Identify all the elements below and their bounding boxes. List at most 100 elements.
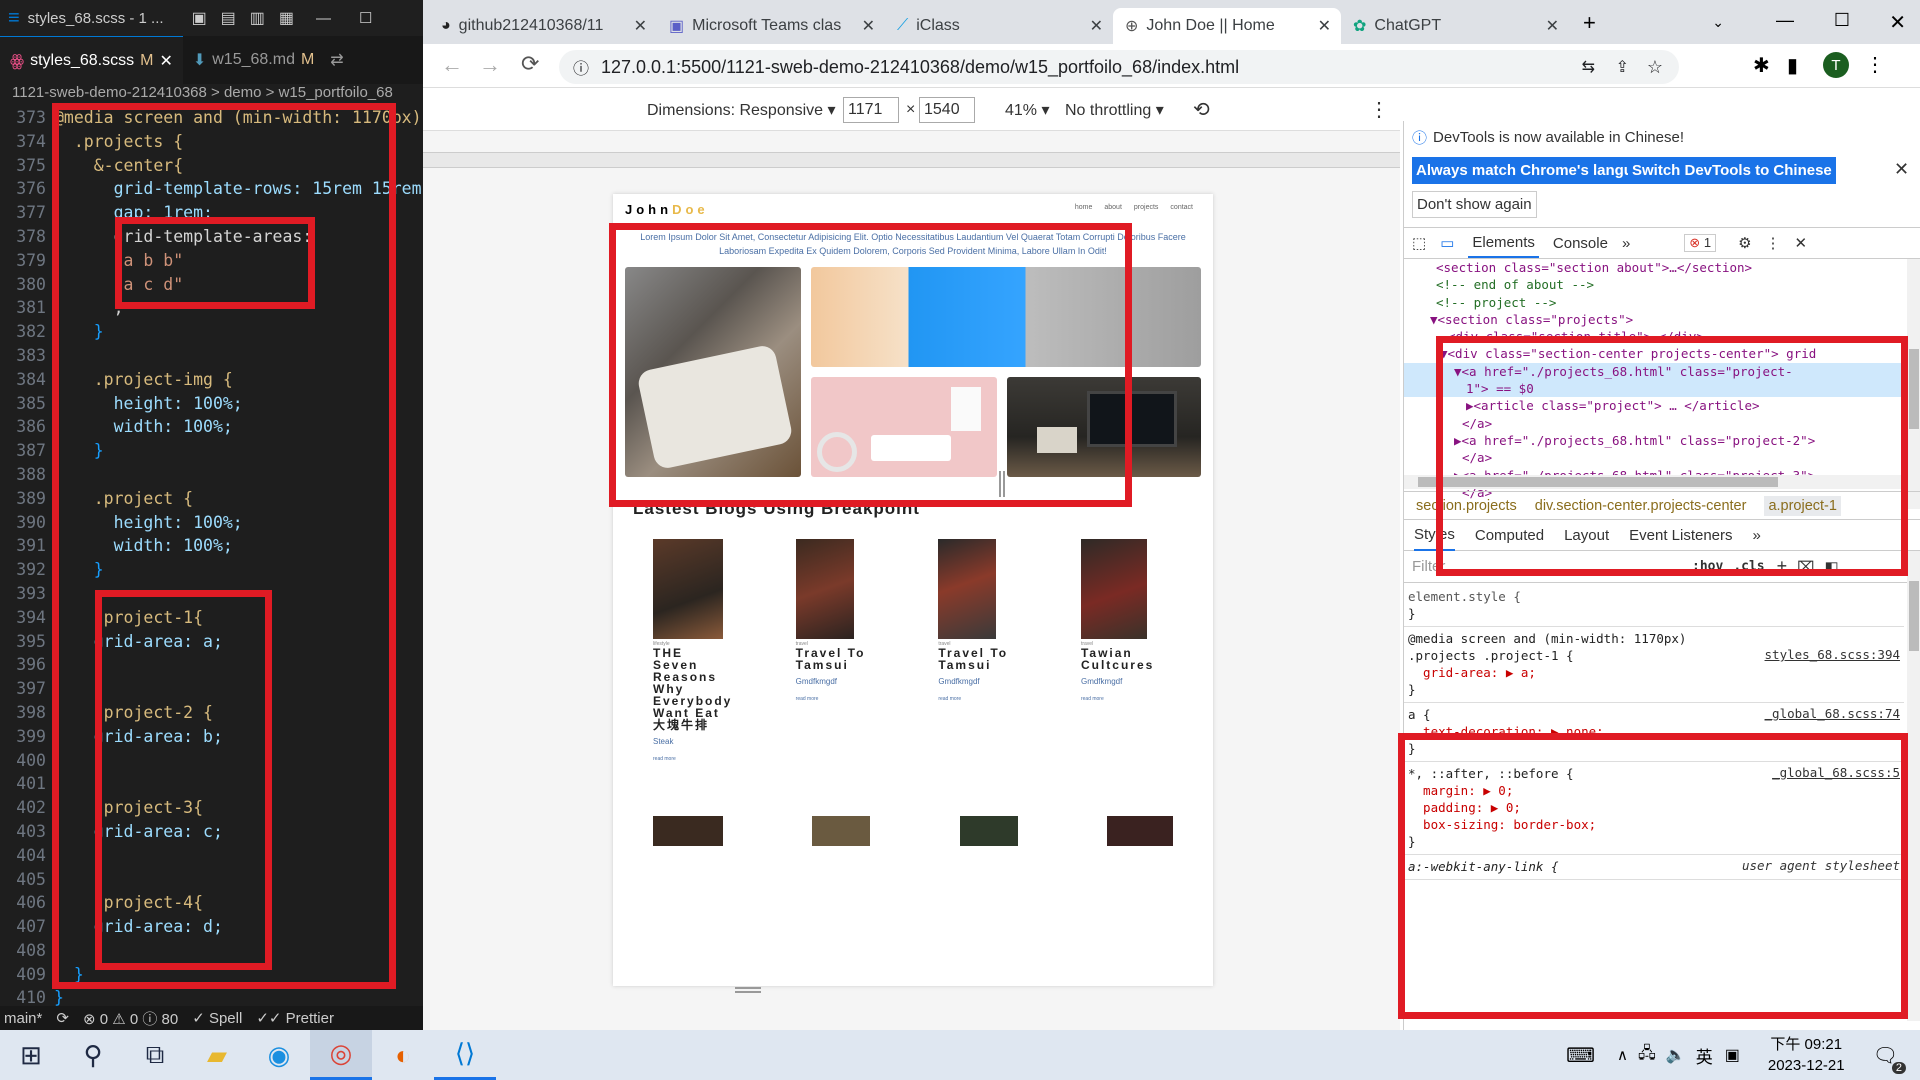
close-window-icon[interactable]: ✕ — [1889, 10, 1906, 35]
tab-console[interactable]: Console — [1553, 235, 1608, 252]
close-devtools-icon[interactable]: ✕ — [1795, 234, 1808, 252]
compare-icon[interactable]: ⇄ — [324, 36, 349, 84]
volume-icon[interactable]: 🔈 — [1666, 1045, 1686, 1065]
always-match-language-button[interactable]: Always match Chrome's language — [1412, 157, 1663, 184]
close-tab-icon[interactable]: ✕ — [1090, 16, 1103, 36]
blog-card[interactable]: travel Tawian Cultcures Gmdfkmgdf read more — [1080, 539, 1173, 762]
browser-tab[interactable]: ◕ github212410368/11 ✕ — [429, 8, 657, 44]
touch-keyboard-icon[interactable]: ⌨ — [1566, 1043, 1595, 1068]
input-language[interactable]: 英 — [1696, 1043, 1713, 1068]
maximize-icon[interactable]: ☐ — [359, 9, 372, 27]
close-tab-icon[interactable]: ✕ — [862, 16, 875, 36]
zoom-select[interactable]: 41% ▾ — [1005, 100, 1050, 120]
address-bar[interactable]: ⓘ 127.0.0.1:5500/1121-sweb-demo-21241036… — [559, 50, 1679, 84]
switch-devtools-chinese-button[interactable]: Switch DevTools to Chinese — [1628, 157, 1836, 184]
blog-title[interactable]: THE Seven Reasons Why Everybody Want Eat… — [653, 647, 730, 731]
blog-title[interactable]: Travel To Tamsui — [796, 647, 876, 671]
sync-icon[interactable]: ⟳ — [56, 1009, 69, 1027]
browser-tab[interactable]: ▣ Microsoft Teams clas ✕ — [657, 8, 885, 44]
tray-chevron-icon[interactable]: ∧ — [1617, 1046, 1628, 1064]
maximize-icon[interactable]: ☐ — [1834, 10, 1850, 31]
git-branch[interactable]: main* — [4, 1010, 42, 1027]
tab-w15-md[interactable]: ⬇ w15_68.md M — [183, 36, 324, 84]
chrome-menu-icon[interactable]: ⋮ — [1865, 52, 1885, 77]
error-badge[interactable]: ⊗ 1 — [1684, 234, 1717, 252]
styles-scrollbar[interactable] — [1907, 551, 1920, 1021]
devtools-menu-icon[interactable]: ⋮ — [1766, 234, 1781, 252]
extensions-icon[interactable]: ✱ — [1753, 53, 1770, 78]
notification-icon[interactable]: 🗨 2 — [1873, 1043, 1906, 1074]
vscode-icon[interactable]: ⟨⟩ — [434, 1030, 496, 1080]
close-banner-icon[interactable]: ✕ — [1894, 159, 1909, 180]
tab-elements[interactable]: Elements — [1468, 229, 1539, 258]
style-rule[interactable]: element.style {} — [1404, 585, 1904, 627]
read-more-link[interactable]: read more — [938, 696, 1030, 702]
dom-node[interactable]: <!-- project --> — [1404, 294, 1904, 311]
rule-declaration[interactable]: } — [1408, 605, 1900, 622]
browser-tab[interactable]: ⟋ iClass ✕ — [885, 8, 1113, 44]
dom-scrollbar[interactable] — [1907, 259, 1920, 509]
device-menu-icon[interactable]: ⋮ — [1369, 97, 1389, 122]
clock[interactable]: 下午 09:21 2023-12-21 — [1768, 1034, 1845, 1076]
blog-card[interactable]: travel Travel To Tamsui Gmdfkmgdf read more — [795, 539, 888, 762]
back-icon[interactable]: ← — [441, 52, 463, 78]
read-more-link[interactable]: read more — [1081, 696, 1173, 702]
blog-image[interactable] — [795, 539, 854, 639]
read-more-link[interactable]: read more — [796, 696, 888, 702]
vscode-menu-icon[interactable]: ≡ — [8, 7, 20, 30]
close-icon[interactable]: ✕ — [159, 51, 172, 71]
rule-declaration[interactable]: grid-area: ▶ a; — [1408, 664, 1900, 681]
blog-image[interactable] — [1080, 539, 1147, 639]
browser-tab[interactable]: ✿ ChatGPT ✕ — [1341, 8, 1569, 44]
close-tab-icon[interactable]: ✕ — [634, 16, 647, 36]
blog-title[interactable]: Tawian Cultcures — [1081, 647, 1161, 671]
prettier-status[interactable]: ✓✓ Prettier — [256, 1009, 334, 1027]
site-nav-link[interactable]: about — [1104, 204, 1122, 211]
height-input[interactable]: 1540 — [919, 97, 975, 123]
dont-show-again-button[interactable]: Don't show again — [1412, 191, 1537, 218]
search-icon[interactable]: ⚲ — [62, 1030, 124, 1080]
dom-node[interactable]: <section class="section about">…</sectio… — [1404, 259, 1904, 276]
edge-icon[interactable]: ◉ — [248, 1030, 310, 1080]
layout-toggle-icons[interactable]: ▣▤▥▦ — [192, 8, 308, 28]
rule-declaration[interactable]: } — [1408, 681, 1900, 698]
forward-icon[interactable]: → — [479, 52, 501, 78]
profile-avatar[interactable]: T — [1823, 52, 1849, 78]
site-nav-link[interactable]: home — [1075, 204, 1093, 211]
tab-styles-scss[interactable]: ꙮ styles_68.scss M ✕ — [0, 36, 183, 84]
minimize-icon[interactable]: — — [316, 10, 331, 27]
site-nav-link[interactable]: projects — [1134, 204, 1159, 211]
file-explorer-icon[interactable]: ▰ — [186, 1030, 248, 1080]
blog-card[interactable]: lifestyle THE Seven Reasons Why Everybody… — [653, 539, 745, 762]
settings-gear-icon[interactable]: ⚙ — [1738, 234, 1751, 252]
blog-image[interactable] — [938, 539, 997, 639]
rotate-icon[interactable]: ⟲ — [1193, 97, 1210, 122]
blog-image[interactable] — [653, 539, 723, 639]
close-tab-icon[interactable]: ✕ — [1546, 16, 1559, 36]
share-icon[interactable]: ⇪ — [1616, 57, 1629, 77]
read-more-link[interactable]: read more — [653, 756, 745, 762]
dom-node[interactable]: ▼<section class="projects"> — [1404, 311, 1904, 328]
browser-tab[interactable]: ⊕ John Doe || Home ✕ — [1113, 8, 1341, 44]
dimensions-select[interactable]: Dimensions: Responsive ▾ — [647, 100, 836, 120]
throttling-select[interactable]: No throttling ▾ — [1065, 100, 1164, 120]
width-input[interactable]: 1171 — [843, 97, 899, 123]
blog-card[interactable]: travel Travel To Tamsui Gmdfkmgdf read more — [938, 539, 1030, 762]
rule-source-link[interactable]: _global_68.scss:74 — [1765, 706, 1900, 721]
blog-title[interactable]: Travel To Tamsui — [938, 647, 1018, 671]
more-tabs-icon[interactable]: » — [1622, 235, 1630, 252]
inspect-icon[interactable]: ⬚ — [1412, 234, 1426, 252]
problems-indicator[interactable]: ⊗ 0 ⚠ 0 ⓘ 80 — [83, 1008, 178, 1029]
chrome-icon[interactable]: ◎ — [310, 1030, 372, 1080]
translate-icon[interactable]: ⇆ — [1582, 57, 1595, 77]
device-toggle-icon[interactable]: ▭ — [1440, 234, 1454, 252]
style-rule[interactable]: @media screen and (min-width: 1170px) sty… — [1404, 627, 1904, 703]
close-tab-icon[interactable]: ✕ — [1318, 16, 1331, 36]
task-view-icon[interactable]: ⧉ — [124, 1030, 186, 1080]
site-nav-link[interactable]: contact — [1170, 204, 1193, 211]
site-info-icon[interactable]: ⓘ — [573, 55, 589, 79]
tab-search-icon[interactable]: ⌄ — [1712, 14, 1724, 31]
site-logo[interactable]: JohnDoe — [625, 202, 709, 217]
code-line[interactable]: 410} — [0, 986, 423, 1006]
sidepanel-icon[interactable]: ▮ — [1787, 53, 1798, 78]
